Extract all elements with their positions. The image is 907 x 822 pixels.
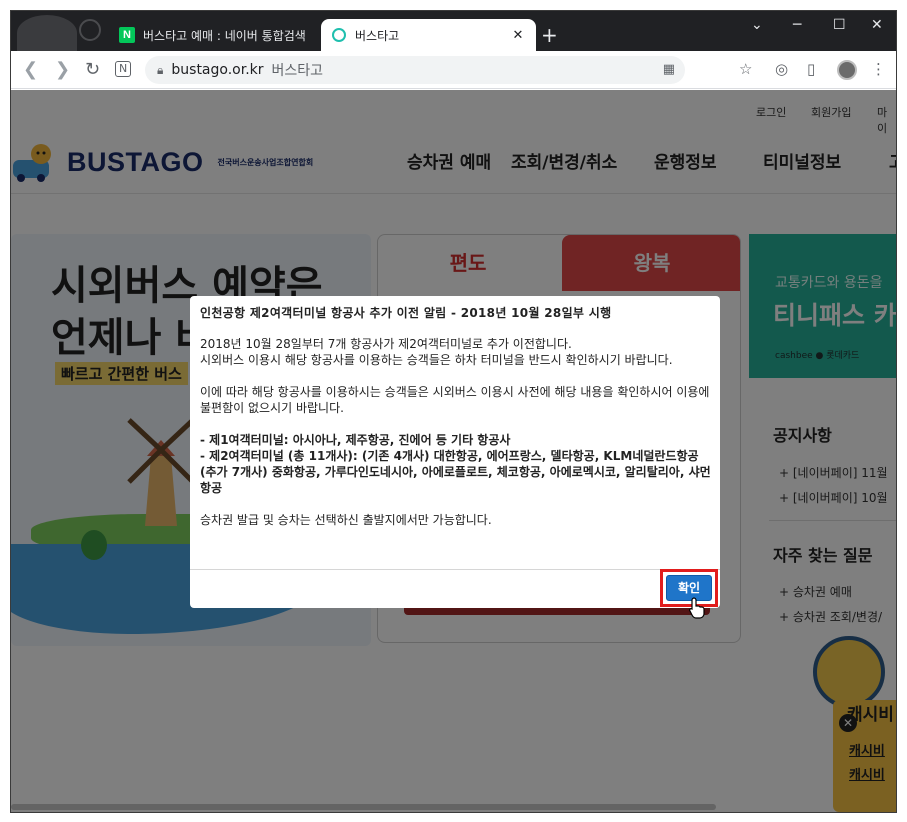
tab-naver-search[interactable]: N 버스타고 예매 : 네이버 통합검색 xyxy=(109,19,321,51)
new-tab-button[interactable]: + xyxy=(541,23,558,47)
tab-search-chevron-icon[interactable]: ⌄ xyxy=(751,17,763,33)
side-panel-icon[interactable]: ▯ xyxy=(807,60,815,78)
lock-icon[interactable]: 🔒︎ xyxy=(157,63,163,78)
naver-extension-icon[interactable]: N xyxy=(115,61,132,77)
back-arrow-icon[interactable]: ❮ xyxy=(23,59,38,80)
bookmark-star-icon[interactable]: ☆ xyxy=(739,60,752,78)
profile-avatar[interactable] xyxy=(837,60,857,80)
loading-ring-icon xyxy=(331,27,347,43)
modal-paragraph: 승차권 발급 및 승차는 선택하신 출발지에서만 가능합니다. xyxy=(200,513,492,527)
site-name-text: 버스타고 xyxy=(271,63,324,79)
modal-paragraph: 2018년 10월 28일부터 7개 항공사가 제2여객터미널로 추가 이전합니… xyxy=(200,337,673,367)
screenshot-icon[interactable]: ◎ xyxy=(775,60,788,78)
tab-close-icon[interactable]: ✕ xyxy=(510,28,526,43)
tab-strip: N 버스타고 예매 : 네이버 통합검색 버스타고 ✕ + ⌄ ─ ☐ ✕ xyxy=(11,11,896,51)
url-text: bustago.or.kr xyxy=(171,62,264,78)
close-window-button[interactable]: ✕ xyxy=(871,17,883,33)
notice-modal: 인천공항 제2여객터미널 항공사 추가 이전 알림 - 2018년 10월 28… xyxy=(190,296,720,608)
browser-toolbar: ❮ ❯ ↻ N 🔒︎ bustago.or.kr 버스타고 ▦ ☆ ◎ ▯ ⋮ xyxy=(11,51,896,89)
theme-mascot-image xyxy=(17,15,77,51)
modal-title: 인천공항 제2여객터미널 항공사 추가 이전 알림 - 2018년 10월 28… xyxy=(200,306,612,320)
forward-arrow-icon[interactable]: ❯ xyxy=(55,59,70,80)
maximize-button[interactable]: ☐ xyxy=(833,17,846,33)
planet-decoration-icon xyxy=(79,19,101,41)
modal-body: 2018년 10월 28일부터 7개 항공사가 제2여객터미널로 추가 이전합니… xyxy=(200,336,712,528)
qr-code-icon[interactable]: ▦ xyxy=(663,62,675,77)
tab-bustago[interactable]: 버스타고 ✕ xyxy=(321,19,536,51)
browser-window: N 버스타고 예매 : 네이버 통합검색 버스타고 ✕ + ⌄ ─ ☐ ✕ ❮ … xyxy=(10,10,897,813)
reload-icon[interactable]: ↻ xyxy=(85,59,100,80)
address-bar[interactable]: 🔒︎ bustago.or.kr 버스타고 ▦ xyxy=(145,56,685,84)
minimize-button[interactable]: ─ xyxy=(793,17,801,33)
tab-title: 버스타고 xyxy=(355,28,400,43)
menu-kebab-icon[interactable]: ⋮ xyxy=(871,60,886,78)
modal-terminal-list: - 제1여객터미널: 아시아나, 제주항공, 진에어 등 기타 항공사 - 제2… xyxy=(200,433,711,495)
naver-n-icon: N xyxy=(119,27,135,43)
tab-title: 버스타고 예매 : 네이버 통합검색 xyxy=(143,28,306,43)
modal-paragraph: 이에 따라 해당 항공사를 이용하시는 승객들은 시외버스 이용시 사전에 해당… xyxy=(200,385,714,415)
modal-divider xyxy=(190,569,720,570)
hand-cursor-icon xyxy=(689,597,705,619)
